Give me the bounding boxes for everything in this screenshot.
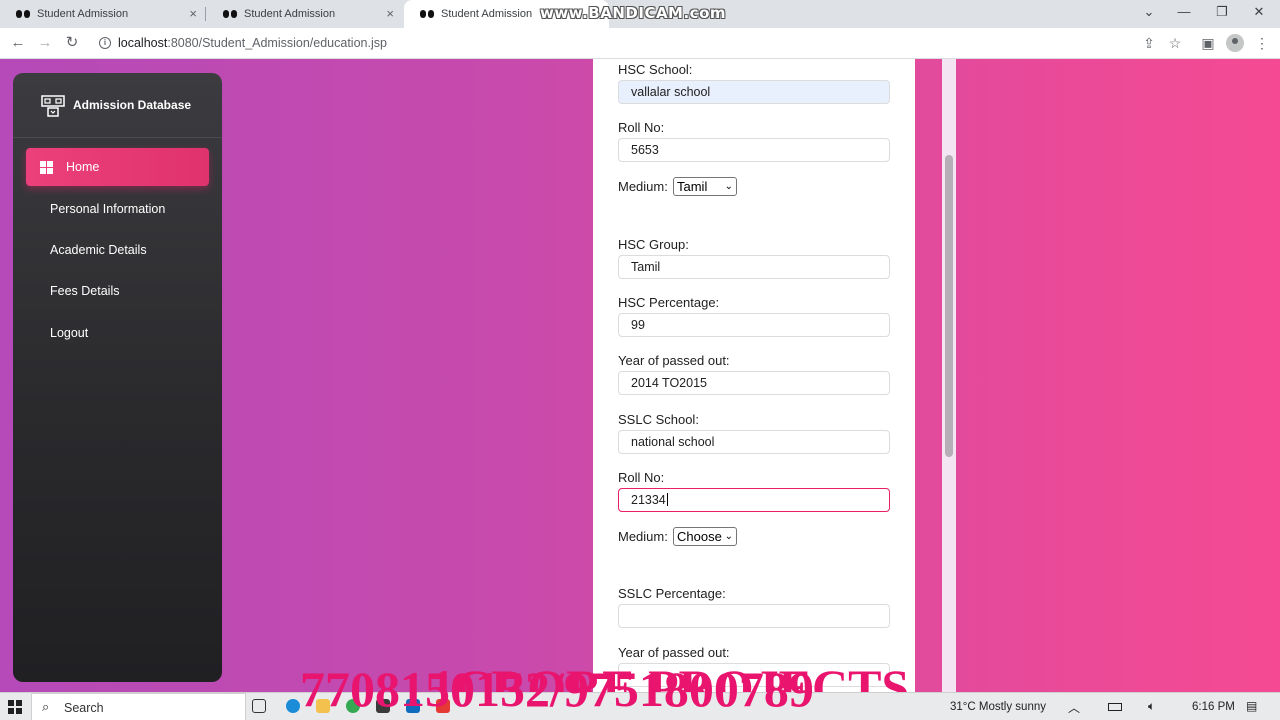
education-form: HSC School: vallalar school Roll No: 565… bbox=[593, 59, 915, 692]
hsc-percentage-label: HSC Percentage: bbox=[618, 295, 720, 310]
chevron-down-icon: ⌄ bbox=[724, 531, 733, 542]
back-icon[interactable]: ← bbox=[8, 34, 28, 52]
sidebar-item-personal-information[interactable]: Personal Information bbox=[26, 190, 209, 228]
hsc-medium-label: Medium: bbox=[618, 179, 668, 194]
tab-divider bbox=[205, 7, 206, 21]
minimize-icon[interactable]: — bbox=[1169, 4, 1199, 19]
volume-icon[interactable]: 🔈︎ bbox=[1148, 699, 1155, 714]
app-favicon-icon bbox=[420, 10, 434, 18]
sidebar-item-fees-details[interactable]: Fees Details bbox=[26, 272, 209, 310]
sidebar-item-logout[interactable]: Logout bbox=[26, 314, 209, 352]
profile-avatar[interactable] bbox=[1226, 34, 1244, 52]
hsc-year-label: Year of passed out: bbox=[618, 353, 730, 368]
restore-icon[interactable]: ❐ bbox=[1207, 4, 1237, 20]
sidebar-item-label: Fees Details bbox=[50, 284, 120, 298]
weather-status[interactable]: 31°C Mostly sunny bbox=[950, 701, 1046, 713]
bookmark-star-icon[interactable]: ☆ bbox=[1166, 35, 1184, 51]
edge-icon[interactable] bbox=[286, 699, 300, 713]
tab-strip: Student Admission × Student Admission × … bbox=[0, 0, 1280, 28]
dashboard-icon bbox=[40, 160, 53, 174]
menu-kebab-icon[interactable]: ⋮ bbox=[1253, 35, 1271, 51]
hsc-school-field[interactable]: vallalar school bbox=[618, 80, 890, 104]
selected-option: Choose bbox=[677, 529, 722, 544]
clock[interactable]: 6:16 PM bbox=[1192, 701, 1235, 713]
sslc-roll-label: Roll No: bbox=[618, 470, 665, 485]
windows-start-icon[interactable] bbox=[8, 700, 22, 714]
forward-icon[interactable]: → bbox=[35, 34, 55, 52]
address-bar[interactable]: localhost:8080/Student_Admission/educati… bbox=[118, 36, 387, 50]
url-path: :8080/Student_Admission/education.jsp bbox=[167, 36, 387, 50]
close-tab-icon[interactable]: × bbox=[386, 7, 394, 21]
sidebar-brand[interactable]: Admission Database bbox=[13, 73, 222, 138]
sidebar-item-home[interactable]: Home bbox=[26, 148, 209, 186]
tray-chevron-icon[interactable]: ︿ bbox=[1068, 699, 1080, 716]
reload-icon[interactable]: ↻ bbox=[62, 34, 82, 52]
hsc-percentage-field[interactable]: 99 bbox=[618, 313, 890, 337]
tab-search-chevron-icon[interactable]: ⌄ bbox=[1134, 4, 1164, 20]
close-window-icon[interactable]: ✕ bbox=[1244, 4, 1274, 20]
sidebar-item-label: Personal Information bbox=[50, 202, 166, 216]
share-icon[interactable]: ⇪ bbox=[1140, 35, 1158, 51]
browser-tab-1[interactable]: Student Admission × bbox=[0, 0, 205, 28]
sidebar-item-label: Academic Details bbox=[50, 243, 147, 257]
task-view-icon[interactable] bbox=[252, 699, 266, 713]
scrollbar-thumb[interactable] bbox=[945, 155, 953, 457]
sidebar-item-academic-details[interactable]: Academic Details bbox=[26, 231, 209, 269]
browser-tab-2[interactable]: Student Admission × bbox=[207, 0, 402, 28]
sslc-medium-select[interactable]: Choose ⌄ bbox=[673, 527, 737, 546]
hsc-medium-select[interactable]: Tamil ⌄ bbox=[673, 177, 737, 196]
taskbar-search-label: Search bbox=[64, 701, 104, 715]
sidebar-item-label: Logout bbox=[50, 326, 89, 340]
app-favicon-icon bbox=[16, 10, 30, 18]
selected-option: Tamil bbox=[677, 179, 708, 194]
sslc-percentage-label: SSLC Percentage: bbox=[618, 586, 726, 601]
text-caret bbox=[666, 493, 668, 506]
side-panel-icon[interactable]: ▣ bbox=[1199, 35, 1217, 51]
battery-icon[interactable] bbox=[1108, 703, 1122, 711]
browser-toolbar: ← → ↻ i localhost:8080/Student_Admission… bbox=[0, 28, 1280, 59]
sidebar-title: Admission Database bbox=[73, 98, 192, 112]
sslc-school-field[interactable]: national school bbox=[618, 430, 890, 454]
app-favicon-icon bbox=[223, 10, 237, 18]
sidebar-item-label: Home bbox=[66, 160, 100, 174]
chevron-down-icon: ⌄ bbox=[724, 181, 733, 192]
url-host: localhost bbox=[118, 36, 168, 50]
recorder-watermark: www.BANDICAM.com bbox=[540, 4, 727, 22]
sslc-medium-label: Medium: bbox=[618, 529, 668, 544]
tab-title: Student Admission bbox=[441, 8, 533, 20]
page-content: Admission Database Home Personal Informa… bbox=[0, 59, 1280, 692]
sslc-percentage-field[interactable] bbox=[618, 604, 890, 628]
sidebar: Admission Database Home Personal Informa… bbox=[13, 73, 222, 682]
hsc-year-field[interactable]: 2014 TO2015 bbox=[618, 371, 890, 395]
database-logo-icon bbox=[41, 95, 65, 117]
notifications-icon[interactable]: ▤ bbox=[1246, 699, 1257, 713]
taskbar-search-box[interactable]: ⌕ Search bbox=[31, 693, 246, 720]
hsc-group-label: HSC Group: bbox=[618, 237, 689, 252]
hsc-roll-label: Roll No: bbox=[618, 120, 665, 135]
watermark-phone-numbers: 7708150152/9751800789 bbox=[300, 661, 814, 717]
close-tab-icon[interactable]: × bbox=[189, 7, 197, 21]
field-value: 21334 bbox=[631, 493, 666, 507]
tab-title: Student Admission bbox=[37, 8, 129, 20]
hsc-group-field[interactable]: Tamil bbox=[618, 255, 890, 279]
tab-title: Student Admission bbox=[244, 8, 336, 20]
sslc-school-label: SSLC School: bbox=[618, 412, 699, 427]
hsc-school-label: HSC School: bbox=[618, 62, 693, 77]
search-icon: ⌕ bbox=[42, 699, 50, 714]
hsc-roll-field[interactable]: 5653 bbox=[618, 138, 890, 162]
sslc-roll-field[interactable]: 21334 bbox=[618, 488, 890, 512]
site-info-icon[interactable]: i bbox=[99, 37, 111, 49]
